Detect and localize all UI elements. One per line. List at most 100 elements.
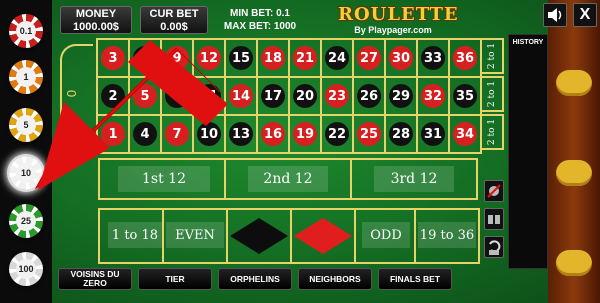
money-display: MONEY 1000.00$ (60, 6, 132, 34)
clear-bets-button[interactable] (484, 180, 504, 202)
number-label: 2 (101, 84, 125, 108)
number-label: 36 (453, 46, 477, 70)
chip-1[interactable]: 1 (9, 60, 43, 94)
column-bet-bottom[interactable]: 2 to 1 (480, 114, 504, 150)
number-bet-cell[interactable]: 31 (416, 114, 450, 154)
column-bet-middle[interactable]: 2 to 1 (480, 76, 504, 112)
number-bet-cell[interactable]: 29 (384, 76, 418, 116)
number-label: 25 (357, 122, 381, 146)
number-label: 24 (325, 46, 349, 70)
number-bet-cell[interactable]: 24 (320, 38, 354, 78)
number-bet-cell[interactable]: 14 (224, 76, 258, 116)
number-label: 20 (293, 84, 317, 108)
sound-button[interactable] (543, 3, 567, 27)
number-label: 15 (229, 46, 253, 70)
zero-label: 0 (64, 89, 80, 98)
rebet-button[interactable] (484, 236, 504, 258)
history-label: HISTORY (512, 39, 544, 46)
label-19-to-36: 19 to 36 (418, 222, 476, 248)
tier-button[interactable]: TIER (138, 268, 212, 290)
number-bet-cell[interactable]: 23 (320, 76, 354, 116)
number-label: 22 (325, 122, 349, 146)
button-label: FINALS BET (389, 273, 441, 284)
number-bet-cell[interactable]: 35 (448, 76, 482, 116)
number-bet-cell[interactable]: 8 (160, 76, 194, 116)
number-bet-cell[interactable]: 16 (256, 114, 290, 154)
chip-5[interactable]: 5 (9, 108, 43, 142)
number-label: 12 (197, 46, 221, 70)
number-bet-cell[interactable]: 27 (352, 38, 386, 78)
roulette-logo: ROULETTE By Playpager.com (338, 5, 458, 39)
current-bet-value: 0.00$ (160, 21, 188, 33)
button-label: ORPHELINS (230, 273, 280, 284)
number-bet-cell[interactable]: 15 (224, 38, 258, 78)
number-bet-cell[interactable]: 13 (224, 114, 258, 154)
chip-value-label: 100 (16, 259, 36, 279)
history-panel: HISTORY (508, 34, 548, 269)
number-bet-cell[interactable]: 3 (96, 38, 130, 78)
number-bet-cell[interactable]: 17 (256, 76, 290, 116)
number-label: 18 (261, 46, 285, 70)
number-bet-cell[interactable]: 4 (128, 114, 162, 154)
label-even: EVEN (166, 222, 224, 248)
number-bet-cell[interactable]: 22 (320, 114, 354, 154)
number-label: 31 (421, 122, 445, 146)
number-bet-cell[interactable]: 18 (256, 38, 290, 78)
number-label: 26 (357, 84, 381, 108)
chip-value-label: 25 (16, 211, 36, 231)
zero-bet-cell[interactable]: 0 (60, 44, 93, 148)
chip-10[interactable]: 10 (9, 156, 43, 190)
number-label: 13 (229, 122, 253, 146)
number-label: 29 (389, 84, 413, 108)
number-label: 5 (133, 84, 157, 108)
number-bet-cell[interactable]: 1 (96, 114, 130, 154)
close-button[interactable]: X (573, 3, 597, 27)
button-label: VOISINS DU ZERO (70, 269, 120, 288)
column-label: 2 to 1 (487, 118, 497, 146)
number-bet-cell[interactable]: 11 (192, 76, 226, 116)
number-bet-cell[interactable]: 5 (128, 76, 162, 116)
chip-25[interactable]: 25 (9, 204, 43, 238)
chip-value-label: 1 (16, 67, 36, 87)
number-label: 7 (165, 122, 189, 146)
number-bet-cell[interactable]: 19 (288, 114, 322, 154)
number-bet-cell[interactable]: 21 (288, 38, 322, 78)
number-bet-cell[interactable]: 7 (160, 114, 194, 154)
number-label: 3 (101, 46, 125, 70)
current-bet-display: CUR BET 0.00$ (140, 6, 208, 34)
number-bet-cell[interactable]: 12 (192, 38, 226, 78)
number-bet-cell[interactable]: 28 (384, 114, 418, 154)
number-bet-cell[interactable]: 2 (96, 76, 130, 116)
number-bet-cell[interactable]: 9 (160, 38, 194, 78)
orphelins-button[interactable]: ORPHELINS (218, 268, 292, 290)
number-label: 27 (357, 46, 381, 70)
dozen-label-2: 2nd 12 (248, 166, 328, 192)
chip-100[interactable]: 100 (9, 252, 43, 286)
wood-decor (556, 70, 592, 96)
number-bet-cell[interactable]: 33 (416, 38, 450, 78)
number-bet-cell[interactable]: 6 (128, 38, 162, 78)
number-bet-cell[interactable]: 10 (192, 114, 226, 154)
number-bet-cell[interactable]: 34 (448, 114, 482, 154)
number-bet-cell[interactable]: 25 (352, 114, 386, 154)
column-bet-top[interactable]: 2 to 1 (480, 38, 504, 74)
double-bet-button[interactable] (484, 208, 504, 230)
finals-bet-button[interactable]: FINALS BET (378, 268, 452, 290)
number-bet-cell[interactable]: 20 (288, 76, 322, 116)
voisins-du-zero-button[interactable]: VOISINS DU ZERO (58, 268, 132, 290)
button-label: TIER (165, 273, 185, 284)
number-bet-cell[interactable]: 30 (384, 38, 418, 78)
chips-stack-icon (488, 215, 500, 224)
max-bet-text: MAX BET: 1000 (223, 21, 297, 32)
chip-value-label: 0.1 (16, 21, 36, 41)
close-icon: X (579, 6, 591, 23)
number-label: 28 (389, 122, 413, 146)
number-bet-cell[interactable]: 32 (416, 76, 450, 116)
number-label: 35 (453, 84, 477, 108)
neighbors-button[interactable]: NEIGHBORS (298, 268, 372, 290)
money-value: 1000.00$ (73, 21, 119, 33)
chip-0_1[interactable]: 0.1 (9, 14, 43, 48)
number-bet-cell[interactable]: 26 (352, 76, 386, 116)
number-label: 11 (197, 84, 221, 108)
number-bet-cell[interactable]: 36 (448, 38, 482, 78)
